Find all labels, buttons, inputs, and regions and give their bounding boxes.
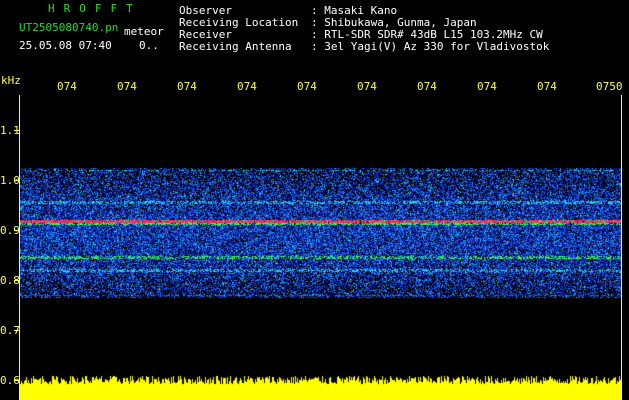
antenna-value: : 3el Yagi(V) Az 330 for Vladivostok	[311, 40, 550, 53]
count: 0..	[139, 39, 159, 52]
time-label: 074	[537, 80, 557, 93]
antenna-label: Receiving Antenna	[179, 40, 292, 53]
filename: UT2505080740.pn	[19, 21, 119, 34]
time-label: 074	[477, 80, 497, 93]
time-label: 074	[417, 80, 437, 93]
khz-unit-label: kHz	[1, 74, 21, 87]
time-label: 074	[177, 80, 197, 93]
time-label: 074	[297, 80, 317, 93]
timestamp: 25.05.08 07:40	[19, 39, 112, 52]
hrofft-logo: HROFFT	[48, 2, 142, 15]
right-axis-line	[621, 95, 622, 400]
meteor-label: meteor	[124, 25, 164, 38]
time-label: 074	[57, 80, 77, 93]
time-label: 074	[117, 80, 137, 93]
time-label: 074	[357, 80, 377, 93]
time-label: 0750	[596, 80, 623, 93]
spectrogram-canvas	[20, 100, 621, 400]
time-label: 074	[237, 80, 257, 93]
